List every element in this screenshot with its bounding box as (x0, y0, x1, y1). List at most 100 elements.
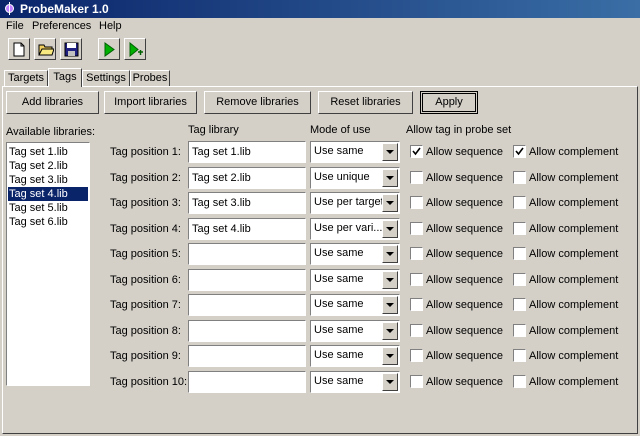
allow-complement-label: Allow complement (529, 273, 619, 286)
import-libraries-button[interactable]: Import libraries (104, 91, 197, 114)
run-button[interactable] (98, 38, 120, 60)
mode-of-use-select[interactable]: Use same (310, 345, 400, 367)
allow-complement-label: Allow complement (529, 146, 619, 158)
mode-of-use-select[interactable]: Use same (310, 319, 400, 342)
tab-settings[interactable]: Settings (82, 70, 130, 86)
tag-library-field[interactable]: Tag set 2.lib (188, 166, 306, 189)
mode-of-use-select[interactable]: Use same (310, 294, 400, 316)
allow-sequence-checkbox[interactable] (410, 374, 423, 388)
tab-tags[interactable]: Tags (48, 68, 82, 87)
mode-of-use-select[interactable]: Use same (310, 243, 400, 265)
list-item[interactable]: Tag set 2.lib (8, 159, 88, 173)
mode-of-use-value: Use same (314, 272, 364, 285)
chevron-down-icon (386, 379, 394, 384)
dropdown-button[interactable] (382, 168, 398, 187)
available-libraries-label: Available libraries: (6, 126, 96, 138)
allow-complement-label: Allow complement (529, 324, 619, 337)
mode-of-use-value: Use same (314, 374, 364, 387)
tag-library-field[interactable] (188, 268, 306, 291)
tag-library-field[interactable]: Tag set 3.lib (188, 192, 306, 214)
allow-sequence-label: Allow sequence (426, 171, 504, 184)
tag-library-field[interactable] (188, 243, 306, 265)
allow-complement-checkbox[interactable] (513, 298, 526, 311)
allow-sequence-checkbox[interactable] (410, 323, 423, 337)
allow-complement-label: Allow complement (529, 171, 619, 184)
tab-targets[interactable]: Targets (4, 70, 48, 86)
mode-of-use-select[interactable]: Use same (310, 268, 400, 291)
mode-of-use-select[interactable]: Use unique (310, 166, 400, 189)
tag-position-label: Tag position 1: (110, 146, 181, 158)
tag-library-field[interactable] (188, 370, 306, 393)
tag-library-field[interactable] (188, 294, 306, 316)
tag-library-field[interactable]: Tag set 1.lib (188, 141, 306, 163)
run-step-icon (129, 42, 143, 57)
allow-complement-label: Allow complement (529, 350, 619, 362)
allow-complement-checkbox[interactable] (513, 247, 526, 260)
tag-position-label: Tag position 5: (110, 248, 181, 260)
new-file-icon (13, 42, 25, 57)
mode-of-use-select[interactable]: Use same (310, 141, 400, 163)
libraries-list[interactable]: Tag set 1.lib Tag set 2.lib Tag set 3.li… (6, 142, 90, 386)
mode-of-use-select[interactable]: Use same (310, 370, 400, 393)
allow-complement-checkbox[interactable] (513, 349, 526, 362)
new-file-button[interactable] (8, 38, 30, 60)
allow-complement-checkbox[interactable] (513, 145, 526, 158)
open-button[interactable] (34, 38, 56, 60)
allow-sequence-checkbox[interactable] (410, 349, 423, 362)
tag-library-header: Tag library (188, 124, 239, 136)
mode-of-use-select[interactable]: Use per vari... (310, 217, 400, 240)
tab-probes[interactable]: Probes (130, 70, 170, 86)
menu-help[interactable]: Help (99, 20, 122, 32)
list-item[interactable]: Tag set 3.lib (8, 173, 88, 187)
mode-of-use-select[interactable]: Use per target (310, 192, 400, 214)
allow-sequence-checkbox[interactable] (410, 298, 423, 311)
allow-complement-checkbox[interactable] (513, 272, 526, 286)
allow-complement-checkbox[interactable] (513, 170, 526, 184)
tag-library-field[interactable]: Tag set 4.lib (188, 217, 306, 240)
run-step-button[interactable] (124, 38, 146, 60)
list-item[interactable]: Tag set 6.lib (8, 215, 88, 229)
save-button[interactable] (60, 38, 82, 60)
add-libraries-button[interactable]: Add libraries (6, 91, 99, 114)
allow-sequence-checkbox[interactable] (410, 221, 423, 235)
allow-sequence-checkbox[interactable] (410, 170, 423, 184)
reset-libraries-button[interactable]: Reset libraries (318, 91, 413, 114)
allow-complement-checkbox[interactable] (513, 221, 526, 235)
menu-preferences[interactable]: Preferences (32, 20, 91, 32)
allow-sequence-checkbox[interactable] (410, 145, 423, 158)
allow-sequence-checkbox[interactable] (410, 247, 423, 260)
allow-complement-checkbox[interactable] (513, 374, 526, 388)
tag-library-field[interactable] (188, 345, 306, 367)
allow-complement-checkbox[interactable] (513, 196, 526, 209)
remove-libraries-button[interactable]: Remove libraries (204, 91, 311, 114)
dropdown-button[interactable] (382, 194, 398, 212)
allow-complement-label: Allow complement (529, 248, 619, 260)
allow-sequence-checkbox[interactable] (410, 272, 423, 286)
dropdown-button[interactable] (382, 296, 398, 314)
dropdown-button[interactable] (382, 245, 398, 263)
dropdown-button[interactable] (382, 372, 398, 391)
allow-sequence-checkbox[interactable] (410, 196, 423, 209)
list-item[interactable]: Tag set 1.lib (8, 145, 88, 159)
list-item[interactable]: Tag set 5.lib (8, 201, 88, 215)
dropdown-button[interactable] (382, 219, 398, 238)
list-item-selected[interactable]: Tag set 4.lib (8, 187, 88, 201)
tag-position-label: Tag position 9: (110, 350, 181, 362)
dropdown-button[interactable] (382, 143, 398, 161)
chevron-down-icon (386, 328, 394, 333)
dropdown-button[interactable] (382, 321, 398, 340)
allow-complement-label: Allow complement (529, 222, 619, 235)
allow-sequence-label: Allow sequence (426, 375, 504, 388)
menu-file[interactable]: File (6, 20, 24, 32)
allow-sequence-label: Allow sequence (426, 197, 504, 209)
tag-library-field[interactable] (188, 319, 306, 342)
allow-sequence-label: Allow sequence (426, 248, 504, 260)
dropdown-button[interactable] (382, 347, 398, 365)
open-folder-icon (38, 44, 54, 56)
apply-button[interactable]: Apply (420, 91, 478, 114)
chevron-down-icon (386, 175, 394, 180)
allow-complement-label: Allow complement (529, 197, 619, 209)
probe-icon (5, 2, 14, 15)
allow-complement-checkbox[interactable] (513, 323, 526, 337)
dropdown-button[interactable] (382, 270, 398, 289)
